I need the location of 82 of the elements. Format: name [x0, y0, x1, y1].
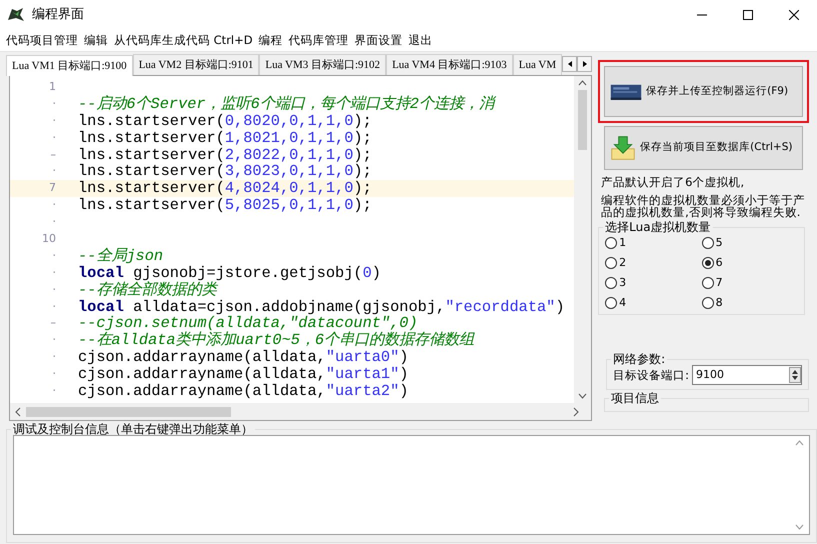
code-line: lns.startserver(0,8020,0,1,1,0);	[78, 112, 372, 130]
line-number: ·	[52, 298, 57, 315]
line-number: ·	[52, 214, 57, 230]
radio-option[interactable]: 4	[605, 293, 702, 314]
line-number: –	[50, 315, 57, 332]
code-line: --在alldata类中添加uart0~5，6个串口的数据存储数组	[78, 332, 474, 350]
tab[interactable]: Lua VM2 目标端口:9101	[132, 54, 260, 75]
line-number: –	[50, 146, 57, 163]
code-line: --全局json	[78, 248, 164, 265]
line-number: ·	[52, 383, 57, 400]
line-number: ·	[52, 332, 57, 348]
line-number: 7	[48, 180, 57, 196]
line-number: 1	[48, 79, 57, 95]
menu-item[interactable]: 从代码库生成代码 Ctrl+D	[111, 30, 256, 50]
radio-option[interactable]: 8	[702, 293, 798, 314]
code-line: lns.startserver(4,8024,0,1,1,0);	[78, 180, 372, 198]
tab-scroll-left-button[interactable]	[562, 56, 578, 72]
download-tray-icon	[610, 135, 636, 161]
line-number: ·	[52, 282, 57, 298]
code-line: --启动6个Server，监听6个端口，每个端口支持2个连接，消	[78, 96, 494, 113]
code-line: local alldata=cjson.addobjname(gjsonobj,"recorddata")	[78, 298, 565, 316]
app-icon	[6, 6, 26, 24]
triangle-right-icon	[580, 60, 589, 68]
line-number: ·	[52, 248, 57, 264]
upload-button[interactable]: 保存并上传至控制器运行(F9)	[604, 66, 803, 117]
horizontal-scrollbar[interactable]	[10, 403, 592, 420]
triangle-left-icon	[566, 60, 574, 68]
radio-option[interactable]: 2	[605, 253, 702, 274]
menu-item[interactable]: 代码项目管理	[3, 30, 81, 50]
menu-item[interactable]: 代码库管理	[286, 30, 352, 50]
scroll-up-icon	[795, 439, 804, 447]
line-number: ·	[52, 349, 57, 366]
console-output[interactable]	[13, 435, 810, 535]
vertical-scrollbar[interactable]	[574, 76, 592, 403]
tab-scroll-right-button[interactable]	[577, 56, 592, 72]
line-number: ·	[52, 112, 57, 129]
code-line: cjson.addarrayname(alldata,"uarta1")	[78, 366, 408, 384]
code-line: --存储全部数据的类	[78, 282, 216, 299]
scrollbar-thumb[interactable]	[578, 90, 588, 150]
line-number: ·	[52, 96, 57, 112]
line-number: ·	[52, 130, 57, 146]
line-number: ·	[52, 197, 57, 214]
code-line: cjson.addarrayname(alldata,"uarta2")	[78, 383, 408, 400]
code-line: local gjsonobj=jstore.getjsobj(0)	[78, 264, 381, 282]
group-title: 选择Lua虚拟机数量	[604, 221, 712, 234]
save-to-database-button[interactable]: 保存当前项目至数据库(Ctrl+S)	[604, 126, 803, 170]
spin-arrows-icon	[789, 367, 801, 384]
window-title: 编程界面	[32, 6, 84, 24]
radio-option[interactable]: 3	[605, 273, 702, 294]
menu-item[interactable]: 退出	[406, 30, 436, 50]
line-number: ·	[52, 163, 57, 180]
close-icon	[789, 10, 799, 20]
tab[interactable]: Lua VM3 目标端口:9102	[259, 54, 386, 75]
maximize-icon	[743, 10, 753, 20]
menu-item[interactable]: 界面设置	[352, 30, 406, 50]
tab[interactable]: Lua VM	[512, 54, 562, 75]
group-title: 调试及控制台信息（单击右键弹出功能菜单）	[12, 423, 254, 435]
warning-text: 编程软件的虚拟机数量必须小于等于产品的虚拟机数量,否则将导致编程失败.	[601, 194, 806, 218]
info-text: 产品默认开启了6个虚拟机,	[601, 176, 746, 188]
code-line: lns.startserver(1,8021,0,1,1,0);	[78, 130, 372, 147]
tab[interactable]: Lua VM1 目标端口:9100	[6, 55, 133, 76]
tab[interactable]: Lua VM4 目标端口:9103	[386, 54, 513, 75]
line-number: ·	[52, 366, 57, 382]
scrollbar-thumb[interactable]	[26, 406, 231, 416]
radio-option[interactable]: 6	[702, 253, 798, 274]
code-line: --cjson.setnum(alldata,"datacount",0)	[78, 315, 418, 332]
radio-option[interactable]: 5	[702, 233, 798, 254]
code-line: lns.startserver(3,8023,0,1,1,0);	[78, 163, 372, 180]
line-number: 10	[41, 231, 57, 248]
code-line: cjson.addarrayname(alldata,"uarta0")	[78, 349, 408, 366]
line-number: ·	[52, 264, 57, 281]
scroll-down-icon	[795, 523, 804, 531]
port-spinbox[interactable]: 9100	[692, 365, 802, 386]
group-title: 网络参数:	[612, 353, 666, 366]
code-line: lns.startserver(5,8025,0,1,1,0);	[78, 197, 372, 214]
code-line: lns.startserver(2,8022,0,1,1,0);	[78, 146, 372, 164]
radio-option[interactable]: 1	[605, 233, 702, 254]
menu-item[interactable]: 编程	[256, 30, 286, 50]
radio-option[interactable]: 7	[702, 273, 798, 294]
group-title: 项目信息	[610, 392, 660, 404]
port-label: 目标设备端口:	[613, 366, 690, 384]
menu-item[interactable]: 编辑	[81, 30, 111, 50]
